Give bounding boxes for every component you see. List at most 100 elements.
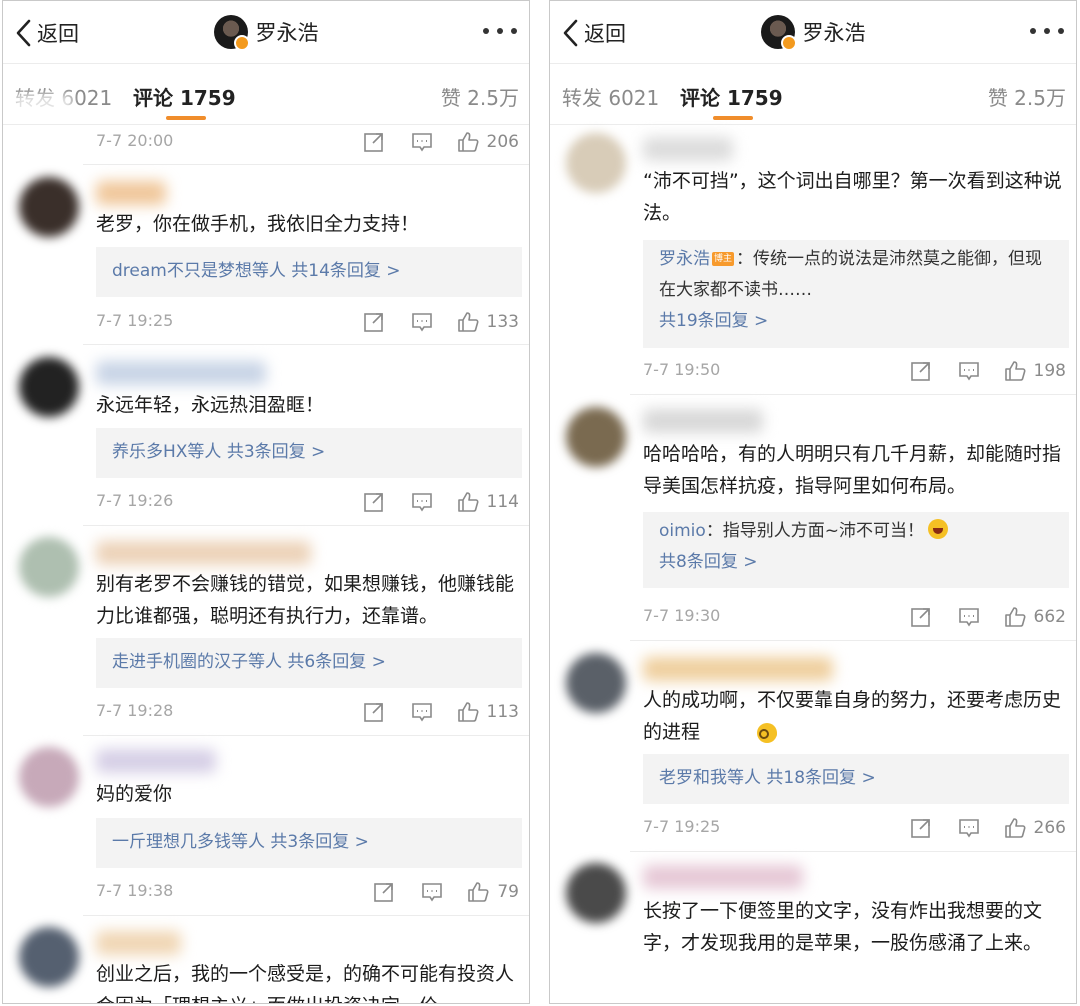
avatar[interactable] bbox=[566, 653, 626, 713]
username-blurred[interactable] bbox=[643, 137, 733, 161]
tab-indicator bbox=[166, 116, 206, 120]
avatar[interactable] bbox=[19, 927, 79, 987]
reply-summary[interactable]: 老罗和我等人 共18条回复 > bbox=[643, 754, 1069, 804]
comment-text: 长按了一下便签里的文字，没有炸出我想要的文字，才发现我用的是苹果，一股伤感涌了上… bbox=[643, 900, 1043, 954]
comment-time: 7-7 19:25 bbox=[96, 311, 174, 330]
thumbs-up-icon[interactable] bbox=[1004, 817, 1026, 839]
reply-summary[interactable]: 走进手机圈的汉子等人 共6条回复 > bbox=[96, 638, 522, 688]
share-icon[interactable] bbox=[910, 360, 932, 382]
avatar[interactable] bbox=[566, 407, 626, 467]
comment-meta: 7-7 19:30 662 bbox=[643, 602, 1066, 632]
tab-bar: 转发 6021 评论 1759 赞 2.5万 bbox=[550, 64, 1076, 125]
more-icon[interactable] bbox=[483, 21, 517, 41]
comment-icon[interactable] bbox=[421, 881, 443, 903]
like-count: 113 bbox=[486, 702, 519, 722]
reply-link[interactable]: 共8条回复 > bbox=[659, 547, 1053, 578]
avatar[interactable] bbox=[19, 537, 79, 597]
tab-likes[interactable]: 赞 2.5万 bbox=[988, 82, 1066, 111]
divider bbox=[630, 394, 1076, 395]
comment-icon[interactable] bbox=[411, 131, 433, 153]
comment-meta: 7-7 19:26 114 bbox=[96, 487, 519, 517]
comment-icon[interactable] bbox=[958, 606, 980, 628]
divider bbox=[83, 915, 529, 916]
username-blurred[interactable] bbox=[96, 541, 311, 565]
comment-actions: 113 bbox=[363, 697, 519, 727]
comment-meta: 7-7 19:38 79 bbox=[96, 877, 519, 907]
reply-summary[interactable]: dream不只是梦想等人 共14条回复 > bbox=[96, 247, 522, 297]
reply-author[interactable]: 罗永浩 bbox=[659, 249, 710, 269]
share-icon[interactable] bbox=[363, 131, 385, 153]
share-icon[interactable] bbox=[363, 311, 385, 333]
username-blurred[interactable] bbox=[643, 409, 763, 433]
reply-link[interactable]: 走进手机圈的汉子等人 共6条回复 > bbox=[112, 647, 506, 678]
username-blurred[interactable] bbox=[96, 749, 216, 773]
share-icon[interactable] bbox=[363, 491, 385, 513]
reply-summary[interactable]: 罗永浩 博主 ：传统一点的说法是沛然莫之能御，但现在大家都不读书…… 共19条回复 … bbox=[643, 240, 1069, 348]
tab-bar: 转发 6021 评论 1759 赞 2.5万 bbox=[3, 64, 529, 125]
verified-badge-icon bbox=[780, 35, 797, 51]
thumbs-up-icon[interactable] bbox=[457, 311, 479, 333]
share-icon[interactable] bbox=[910, 606, 932, 628]
username-blurred[interactable] bbox=[96, 181, 166, 205]
comment-actions: 662 bbox=[910, 602, 1066, 632]
share-icon[interactable] bbox=[373, 881, 395, 903]
divider bbox=[630, 851, 1076, 852]
thumbs-up-icon[interactable] bbox=[1004, 360, 1026, 382]
avatar[interactable] bbox=[19, 177, 79, 237]
share-icon[interactable] bbox=[363, 701, 385, 723]
laughing-emoji-icon bbox=[928, 519, 949, 539]
divider bbox=[83, 525, 529, 526]
like-count: 79 bbox=[497, 882, 519, 902]
reply-summary[interactable]: 一斤理想几多钱等人 共3条回复 > bbox=[96, 818, 522, 868]
avatar[interactable] bbox=[213, 15, 250, 51]
reply-summary[interactable]: oimio：指导别人方面~沛不可当！ 共8条回复 > bbox=[643, 512, 1069, 588]
comment-icon[interactable] bbox=[958, 817, 980, 839]
reply-link[interactable]: 老罗和我等人 共18条回复 > bbox=[659, 763, 1053, 794]
tab-comments[interactable]: 评论 1759 bbox=[133, 82, 236, 111]
avatar[interactable] bbox=[760, 15, 797, 51]
divider bbox=[83, 344, 529, 345]
comment-icon[interactable] bbox=[411, 701, 433, 723]
comment-time: 7-7 19:26 bbox=[96, 491, 174, 510]
avatar[interactable] bbox=[19, 357, 79, 417]
comment-actions: 79 bbox=[373, 877, 519, 907]
username-blurred[interactable] bbox=[643, 865, 803, 889]
comment-text: “沛不可挡”，这个词出自哪里？第一次看到这种说法。 bbox=[643, 170, 1062, 224]
thumbs-up-icon[interactable] bbox=[457, 491, 479, 513]
share-icon[interactable] bbox=[910, 817, 932, 839]
reply-link[interactable]: dream不只是梦想等人 共14条回复 > bbox=[112, 256, 506, 287]
comment-meta: 7-7 19:50 198 bbox=[643, 356, 1066, 386]
comment-time: 7-7 19:38 bbox=[96, 881, 174, 900]
like-count: 114 bbox=[486, 492, 519, 512]
reply-summary[interactable]: 养乐多HX等人 共3条回复 > bbox=[96, 428, 522, 478]
thumbs-up-icon[interactable] bbox=[1004, 606, 1026, 628]
divider bbox=[630, 640, 1076, 641]
avatar[interactable] bbox=[19, 747, 79, 807]
comment-time: 7-7 19:50 bbox=[643, 360, 721, 379]
comment-meta: 7-7 19:25 133 bbox=[96, 307, 519, 337]
avatar[interactable] bbox=[566, 133, 626, 193]
more-icon[interactable] bbox=[1030, 21, 1064, 41]
comment-text: 哈哈哈哈，有的人明明只有几千月薪，却能随时指导美国怎样抗疫，指导阿里如何布局。 bbox=[643, 443, 1062, 497]
thumbs-up-icon[interactable] bbox=[457, 131, 479, 153]
tab-forward[interactable]: 转发 6021 bbox=[562, 82, 659, 111]
thumbs-up-icon[interactable] bbox=[457, 701, 479, 723]
thumbs-up-icon[interactable] bbox=[467, 881, 489, 903]
reply-link[interactable]: 一斤理想几多钱等人 共3条回复 > bbox=[112, 827, 506, 858]
comment-icon[interactable] bbox=[411, 311, 433, 333]
comment-icon[interactable] bbox=[411, 491, 433, 513]
reply-quote: oimio：指导别人方面~沛不可当！ bbox=[659, 516, 1053, 547]
nav-bar: 返回 罗永浩 bbox=[3, 1, 529, 64]
comment-icon[interactable] bbox=[958, 360, 980, 382]
verified-badge-icon bbox=[233, 35, 250, 51]
username-blurred[interactable] bbox=[96, 361, 266, 385]
username-blurred[interactable] bbox=[96, 931, 181, 955]
reply-author[interactable]: oimio bbox=[659, 521, 706, 541]
reply-link[interactable]: 养乐多HX等人 共3条回复 > bbox=[112, 437, 506, 468]
reply-link[interactable]: 共19条回复 > bbox=[659, 306, 1053, 337]
username-blurred[interactable] bbox=[643, 657, 833, 681]
avatar[interactable] bbox=[566, 863, 626, 923]
nav-bar: 返回 罗永浩 bbox=[550, 1, 1076, 64]
tab-comments[interactable]: 评论 1759 bbox=[680, 82, 783, 111]
tab-likes[interactable]: 赞 2.5万 bbox=[441, 82, 519, 111]
